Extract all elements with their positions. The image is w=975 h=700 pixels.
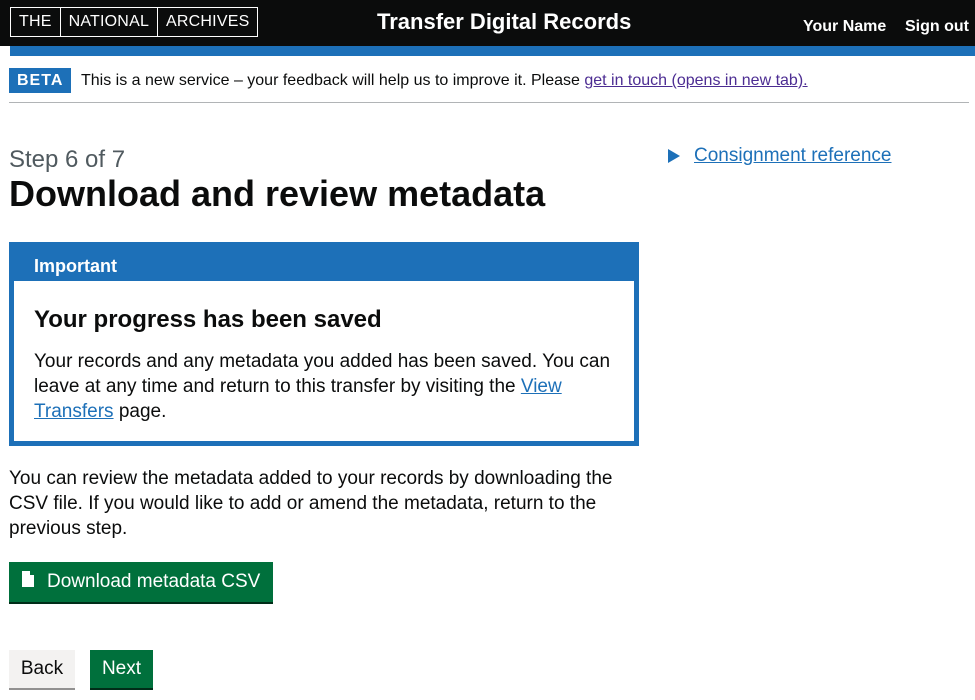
phase-banner-message: This is a new service – your feedback wi… [81,72,585,89]
banner-heading: Your progress has been saved [34,306,382,333]
user-name: Your Name [803,18,887,35]
logo-word-national: NATIONAL [61,8,159,36]
beta-tag: BETA [9,68,72,93]
banner-content: Your progress has been saved Your record… [14,281,634,441]
consignment-reference-summary[interactable]: Consignment reference [694,146,892,166]
logo-word-the: THE [11,8,61,36]
phase-banner-text: This is a new service – your feedback wi… [81,71,808,90]
back-button[interactable]: Back [9,650,75,688]
sign-out-link[interactable]: Sign out [905,18,969,36]
service-name-link[interactable]: Transfer Digital Records [377,9,631,35]
triangle-right-icon [668,149,680,163]
review-instructions: You can review the metadata added to you… [9,468,613,539]
banner-body: Your records and any metadata you added … [34,349,624,424]
national-archives-logo[interactable]: THE NATIONAL ARCHIVES [10,7,259,37]
page-title: Download and review metadata [9,173,546,214]
step-caption: Step 6 of 7 [9,146,126,173]
site-header: THE NATIONAL ARCHIVES Transfer Digital R… [0,0,975,46]
banner-title: Important [34,256,117,276]
banner-body-text-end: page. [113,401,167,422]
next-button[interactable]: Next [90,650,153,688]
consignment-reference-details[interactable]: Consignment reference [668,146,892,166]
download-button-label: Download metadata CSV [47,571,261,592]
document-icon [22,571,34,587]
header-accent-bar [10,46,975,56]
logo-word-archives: ARCHIVES [166,13,250,30]
phase-banner: BETA This is a new service – your feedba… [9,67,969,103]
download-metadata-csv-button[interactable]: Download metadata CSV [9,562,273,602]
feedback-link[interactable]: get in touch (opens in new tab). [584,72,807,89]
important-notification-banner: Important Your progress has been saved Y… [9,242,639,446]
